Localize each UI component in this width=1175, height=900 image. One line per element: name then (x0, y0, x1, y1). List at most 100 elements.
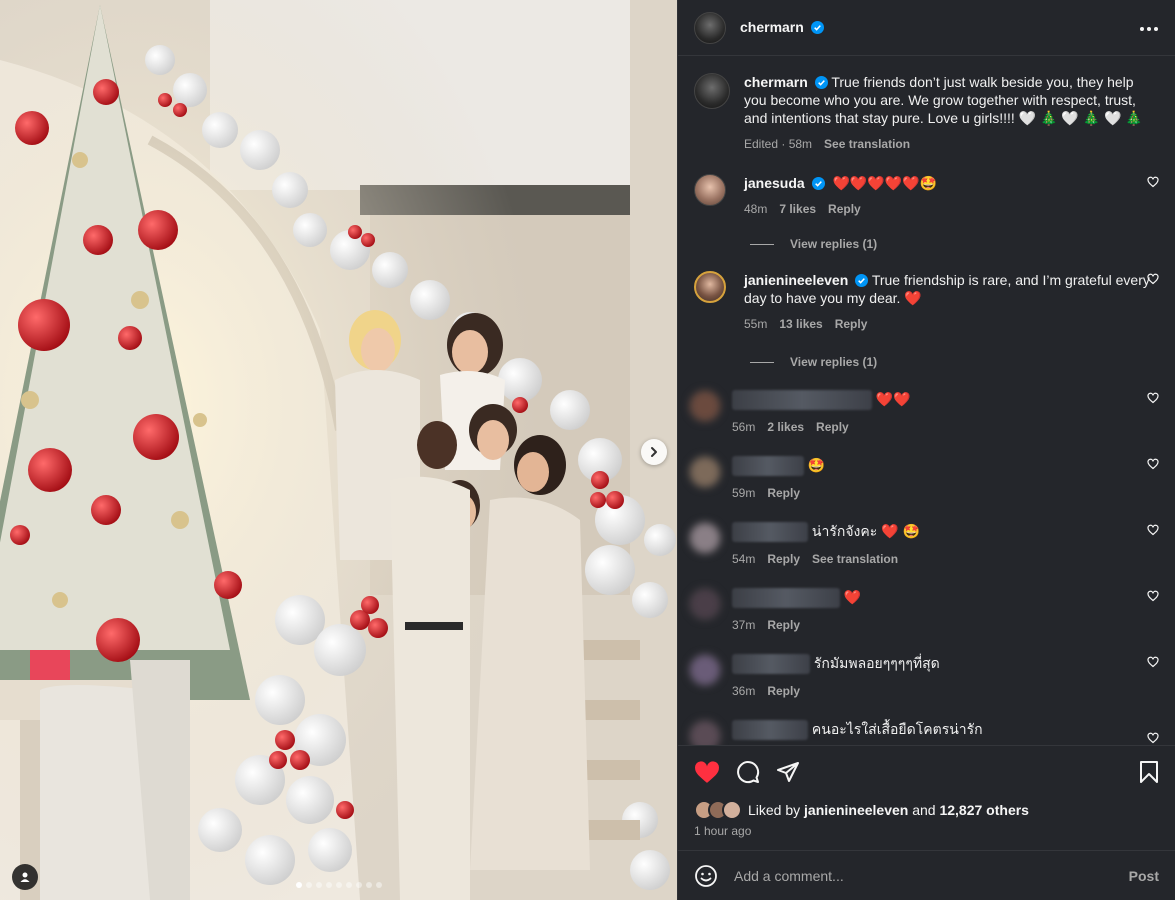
carousel-dot (335, 882, 342, 888)
comment-composer: Post (678, 850, 1175, 900)
reply-button[interactable]: Reply (828, 200, 861, 218)
carousel-dot (365, 882, 372, 888)
commenter-avatar[interactable] (694, 271, 726, 303)
post-comment-button[interactable]: Post (1129, 868, 1159, 884)
liker-avatar (722, 800, 742, 820)
redacted-username (732, 654, 810, 675)
comments-list[interactable]: chermarn True friends don’t just walk be… (678, 57, 1175, 745)
comment-icon (737, 761, 760, 784)
heart-icon[interactable] (1147, 458, 1159, 470)
view-replies-label: View replies (1) (790, 355, 878, 369)
commenter-avatar[interactable] (694, 174, 726, 206)
carousel-dot (315, 882, 322, 888)
reply-button[interactable]: Reply (767, 550, 800, 568)
comment-likes[interactable]: 2 likes (767, 418, 804, 436)
commenter-avatar[interactable] (689, 456, 721, 488)
caption-time: Edited · 58m (744, 137, 813, 151)
post-photo[interactable] (0, 0, 677, 900)
comment-text: 🤩 (807, 457, 826, 473)
commenter-avatar[interactable] (689, 720, 721, 745)
verified-badge-icon (811, 177, 825, 190)
post-timestamp: 1 hour ago (694, 824, 752, 838)
commenter-avatar[interactable] (689, 522, 721, 554)
replies-divider (750, 361, 774, 363)
commenter-avatar[interactable] (689, 654, 721, 686)
comment-time: 48m (744, 202, 768, 216)
liked-by-label: Liked by (748, 802, 801, 818)
carousel-dot (345, 882, 352, 888)
see-translation-link[interactable]: See translation (812, 550, 898, 568)
commenter-username[interactable]: janesuda (744, 175, 805, 191)
heart-icon[interactable] (1147, 732, 1159, 744)
carousel-next-button[interactable] (641, 439, 667, 465)
heart-icon[interactable] (1147, 176, 1159, 188)
comment-input[interactable] (734, 867, 1129, 884)
comment-item: ❤️ 37m Reply (689, 588, 1159, 634)
heart-icon[interactable] (1147, 392, 1159, 404)
like-button[interactable] (694, 760, 720, 789)
comment-text: ❤️ (843, 589, 862, 605)
photo-scene (0, 0, 677, 900)
heart-icon[interactable] (1147, 273, 1159, 285)
action-icons (694, 760, 1159, 786)
comment-text: ❤️❤️❤️❤️❤️🤩 (832, 175, 938, 191)
reply-button[interactable]: Reply (835, 315, 868, 333)
heart-icon[interactable] (1147, 590, 1159, 602)
liker-avatars (694, 800, 742, 820)
reply-button[interactable]: Reply (767, 682, 800, 700)
comment-item: คนอะไรใส่เสื้อยืดโคตรน่ารัก (689, 720, 1159, 745)
comment-item: ❤️❤️ 56m 2 likes Reply (689, 390, 1159, 436)
verified-badge-icon (814, 76, 828, 89)
comment-button[interactable] (736, 760, 760, 789)
view-replies-button[interactable]: View replies (1) (750, 237, 877, 251)
carousel-dot (305, 882, 312, 888)
comment-likes[interactable]: 13 likes (779, 315, 822, 333)
author-avatar[interactable] (694, 73, 730, 109)
caption: chermarn True friends don’t just walk be… (694, 73, 1159, 153)
author-username[interactable]: chermarn (740, 19, 804, 35)
commenter-avatar[interactable] (689, 588, 721, 620)
more-icon (1140, 26, 1158, 31)
comment-likes[interactable]: 7 likes (779, 200, 816, 218)
reply-button[interactable]: Reply (767, 616, 800, 634)
comment-text: น่ารักจังคะ ❤️ 🤩 (811, 523, 920, 539)
author-avatar[interactable] (694, 11, 726, 44)
liked-others-count[interactable]: 12,827 others (939, 802, 1029, 818)
comment-time: 55m (744, 317, 768, 331)
share-icon (777, 762, 799, 782)
likes-summary[interactable]: Liked by janienineeleven and 12,827 othe… (694, 800, 1029, 820)
carousel-dot (325, 882, 332, 888)
heart-icon[interactable] (1147, 524, 1159, 536)
replies-divider (750, 243, 774, 245)
save-button[interactable] (1139, 760, 1159, 789)
more-options-button[interactable] (1139, 19, 1159, 37)
redacted-username (732, 456, 804, 477)
liked-and-label: and (912, 802, 936, 818)
see-translation-link[interactable]: See translation (824, 135, 910, 153)
redacted-username (732, 720, 808, 741)
view-replies-button[interactable]: View replies (1) (750, 355, 877, 369)
heart-icon (695, 761, 719, 783)
liked-by-user[interactable]: janienineeleven (804, 802, 908, 818)
redacted-username (732, 390, 872, 411)
commenter-avatar[interactable] (689, 390, 721, 422)
tagged-users-button[interactable] (12, 864, 38, 890)
carousel-dot (355, 882, 362, 888)
emoji-icon[interactable] (694, 864, 718, 888)
reply-button[interactable]: Reply (767, 484, 800, 502)
commenter-username[interactable]: janienineeleven (744, 272, 848, 288)
instagram-post-modal: chermarn chermarn True friends don’t jus… (0, 0, 1175, 900)
redacted-username (732, 588, 840, 609)
carousel-dot (375, 882, 382, 888)
reply-button[interactable]: Reply (816, 418, 849, 436)
share-button[interactable] (776, 760, 800, 789)
bookmark-icon (1140, 761, 1158, 783)
chevron-right-icon (651, 447, 657, 457)
post-details-panel: chermarn chermarn True friends don’t jus… (677, 0, 1175, 900)
view-replies-label: View replies (1) (790, 237, 878, 251)
caption-username[interactable]: chermarn (744, 74, 808, 90)
comment-item: janesuda ❤️❤️❤️❤️❤️🤩 48m 7 likes Reply (694, 174, 1159, 218)
verified-badge-icon (855, 274, 869, 287)
comment-text: คนอะไรใส่เสื้อยืดโคตรน่ารัก (811, 721, 983, 737)
heart-icon[interactable] (1147, 656, 1159, 668)
